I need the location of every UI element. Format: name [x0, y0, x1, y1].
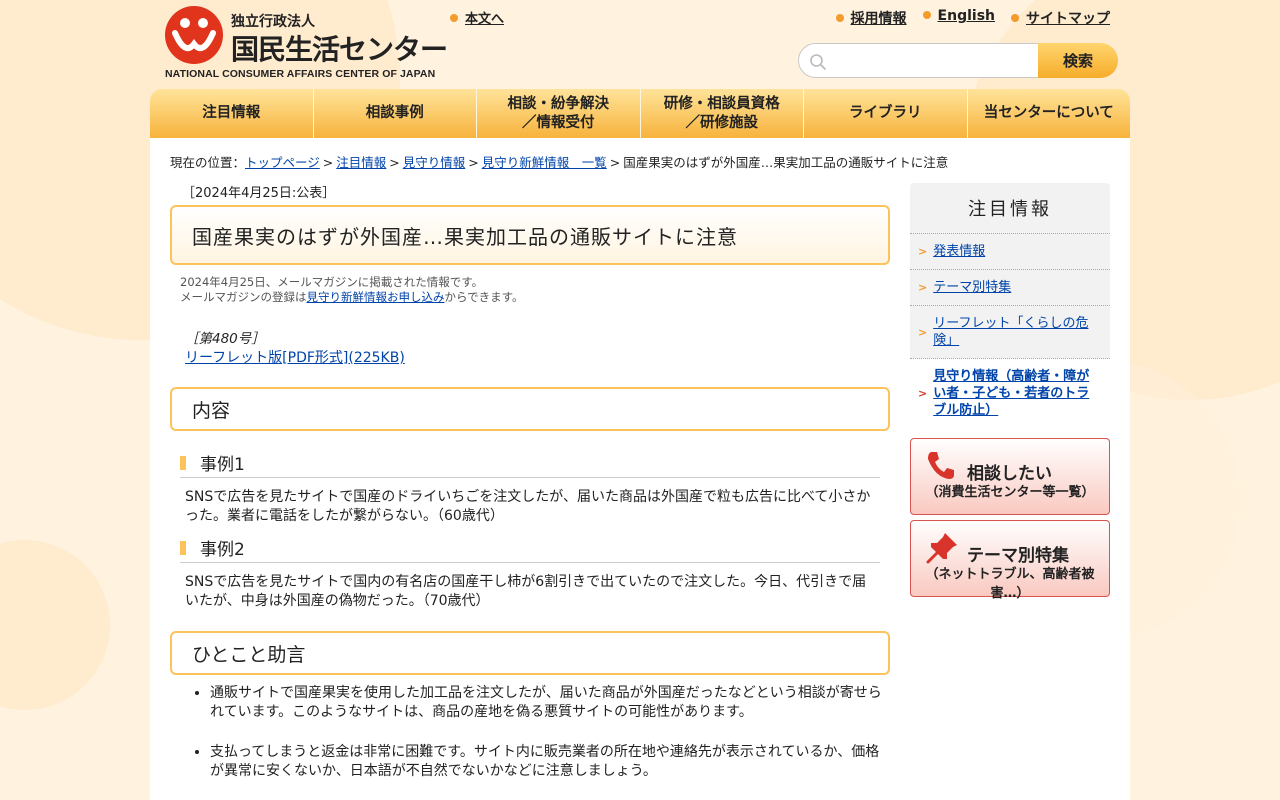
banner-consultation-sub: （消費生活センター等一覧） — [925, 485, 1095, 500]
advice-list: 通販サイトで国産果実を使用した加工品を注文したが、届いた商品が外国産だったなどと… — [210, 684, 890, 781]
breadcrumb-link-list[interactable]: 見守り新鮮情報 一覧 — [482, 155, 607, 170]
issue-number: ［第480号］ — [185, 331, 265, 347]
advice-item: 支払ってしまうと返金は非常に困難です。サイト内に販売業者の所在地や連絡先が表示さ… — [210, 743, 890, 781]
breadcrumb: 現在の位置：トップページ > 注目情報 > 見守り情報 > 見守り新鮮情報 一覧 > 国産果実の… — [170, 155, 949, 170]
skip-to-content[interactable]: 本文へ — [450, 8, 504, 27]
side-item-press[interactable]: > 発表情報 — [910, 234, 1110, 270]
breadcrumb-link-top[interactable]: トップページ — [245, 155, 320, 170]
meta-line-1: 2024年4月25日、メールマガジンに掲載された情報です。 — [180, 275, 484, 289]
page-title: 国産果実のはずが外国産…果実加工品の通販サイトに注意 — [170, 205, 890, 265]
banner-themes[interactable]: テーマ別特集 （ネットトラブル、高齢者被害…） — [910, 520, 1110, 601]
gnav-item-library[interactable]: ライブラリ — [804, 89, 968, 138]
search-button[interactable]: 検索 — [1038, 43, 1118, 78]
meta-line-2: メールマガジンの登録は見守り新鮮情報お申し込みからできます。 — [180, 290, 524, 304]
side-menu: 注目情報 > 発表情報 > テーマ別特集 > リーフレット「くらしの危険」 > 見守り情… — [910, 183, 1110, 428]
utility-links: 採用情報 English サイトマップ — [835, 8, 1110, 28]
bullet-dot-icon — [835, 14, 844, 22]
bullet-dot-icon — [1011, 14, 1019, 22]
chevron-right-icon: > — [918, 245, 928, 258]
side-item-themes[interactable]: > テーマ別特集 — [910, 270, 1110, 306]
breadcrumb-prefix: 現在の位置： — [170, 155, 246, 170]
case-heading-1: 事例1 — [180, 448, 880, 478]
gnav-item-about[interactable]: 当センターについて — [968, 89, 1131, 138]
breadcrumb-link-mimamori[interactable]: 見守り情報 — [403, 155, 466, 170]
page-wrapper: 独立行政法人 国民生活センター NATIONAL CONSUMER AFFAIR… — [150, 0, 1130, 800]
logo-mark-icon — [165, 6, 223, 64]
site-logo[interactable]: 独立行政法人 国民生活センター NATIONAL CONSUMER AFFAIR… — [165, 6, 448, 82]
util-link-sitemap[interactable]: サイトマップ — [1011, 8, 1110, 28]
heading-bar-icon — [180, 455, 186, 470]
advice-item: 通販サイトで国産果実を使用した加工品を注文したが、届いた商品が外国産だったなどと… — [210, 684, 890, 722]
bullet-dot-icon — [922, 11, 931, 19]
logo-english-name: NATIONAL CONSUMER AFFAIRS CENTER OF JAPA… — [165, 68, 436, 80]
breadcrumb-link-featured[interactable]: 注目情報 — [336, 155, 386, 170]
side-item-leaflet[interactable]: > リーフレット「くらしの危険」 — [910, 306, 1110, 359]
chevron-right-icon: > — [918, 281, 928, 294]
gnav-item-consultation[interactable]: 相談・紛争解決 ／情報受付 — [477, 89, 641, 138]
logo-org-name: 国民生活センター — [231, 33, 448, 66]
search-icon — [810, 54, 826, 70]
sidebar: 注目情報 > 発表情報 > テーマ別特集 > リーフレット「くらしの危険」 > 見守り情… — [910, 183, 1110, 601]
case-text-2: SNSで広告を見たサイトで国内の有名店の国産干し柿が6割引きで出ていたので注文し… — [185, 574, 867, 609]
search-input[interactable] — [798, 43, 1040, 78]
util-link-recruit[interactable]: 採用情報 — [835, 8, 907, 28]
site-search: 検索 — [798, 43, 1118, 78]
util-link-english[interactable]: English — [922, 8, 995, 28]
leaflet-pdf-link[interactable]: リーフレット版[PDF形式](225KB) — [185, 347, 405, 367]
phone-icon — [928, 452, 954, 479]
banner-consultation[interactable]: 相談したい （消費生活センター等一覧） — [910, 438, 1110, 515]
side-menu-title: 注目情報 — [910, 183, 1110, 234]
gnav-item-cases[interactable]: 相談事例 — [314, 89, 477, 138]
article-meta: 2024年4月25日、メールマガジンに掲載された情報です。 メールマガジンの登録… — [180, 275, 890, 305]
heading-bar-icon — [180, 540, 186, 555]
section-heading-advice: ひとこと助言 — [170, 631, 890, 675]
section-heading-content: 内容 — [170, 387, 890, 431]
pushpin-icon — [926, 533, 957, 564]
bullet-dot-icon — [450, 14, 458, 22]
main-content: ［2024年4月25日:公表］ 国産果実のはずが外国産…果実加工品の通販サイトに… — [170, 182, 890, 800]
global-nav: 注目情報 相談事例 相談・紛争解決 ／情報受付 研修・相談員資格 ／研修施設 ラ… — [150, 89, 1130, 138]
publish-date: ［2024年4月25日:公表］ — [182, 186, 336, 201]
gnav-item-training[interactable]: 研修・相談員資格 ／研修施設 — [641, 89, 804, 138]
skip-link-label: 本文へ — [465, 12, 505, 27]
chevron-right-icon: > — [918, 387, 928, 400]
chevron-right-icon: > — [918, 325, 928, 339]
case-heading-2: 事例2 — [180, 533, 880, 563]
gnav-item-featured[interactable]: 注目情報 — [150, 89, 314, 138]
page-body: 現在の位置：トップページ > 注目情報 > 見守り情報 > 見守り新鮮情報 一覧 > 国産果実の… — [150, 138, 1130, 800]
case-text-1: SNSで広告を見たサイトで国産のドライいちごを注文したが、届いた商品は外国産で粒… — [185, 489, 871, 524]
breadcrumb-current: 国産果実のはずが外国産…果実加工品の通販サイトに注意 — [623, 155, 949, 170]
side-item-mimamori[interactable]: > 見守り情報（高齢者・障がい者・子ども・若者のトラブル防止） — [910, 359, 1110, 428]
banner-themes-sub: （ネットトラブル、高齢者被害…） — [925, 567, 1095, 601]
newsletter-signup-link[interactable]: 見守り新鮮情報お申し込み — [307, 290, 445, 304]
